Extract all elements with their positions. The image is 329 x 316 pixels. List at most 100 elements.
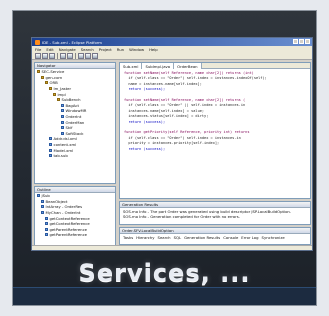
tree-item-label: WindowMR — [65, 108, 87, 114]
tasks-pane: Order.SFV.LocalBuildOption Tasks Hierarch… — [119, 227, 311, 245]
file-icon — [41, 211, 44, 215]
tree-item-label: IntArray - OrderRes — [45, 204, 83, 210]
tree-item[interactable]: tab.sub — [35, 153, 115, 159]
menu-search[interactable]: Search — [81, 47, 94, 52]
file-icon — [49, 143, 52, 147]
tree-item-label: JSub — [41, 193, 50, 199]
tasks-tab[interactable]: Hierarchy — [136, 235, 154, 240]
tasks-tab[interactable]: Generation Results — [184, 235, 220, 240]
tree-item-label: SubBench — [61, 97, 81, 103]
tasks-tab[interactable]: Tasks — [123, 235, 133, 240]
menu-file[interactable]: File — [35, 47, 41, 52]
save-icon[interactable] — [42, 52, 48, 59]
tree-item-label: ORB — [49, 80, 58, 86]
search-icon[interactable] — [78, 52, 84, 59]
toolbar-divider — [75, 52, 76, 59]
maximize-icon[interactable] — [299, 39, 304, 44]
file-icon — [49, 154, 52, 158]
generation-line: SOS.mo Info - Generation completed for O… — [123, 214, 240, 219]
ide-window: IDE - Sub.xml - Eclipse Platform File Ed… — [31, 37, 313, 251]
menu-window[interactable]: Window — [129, 47, 144, 52]
generation-results-pane: Generation Results SOS.mo Info - The par… — [119, 201, 311, 225]
file-icon — [41, 199, 44, 203]
app-logo-icon — [35, 39, 40, 45]
run-icon[interactable] — [60, 52, 66, 59]
tasks-tab[interactable]: SQL — [174, 235, 182, 240]
left-column: Navigator SEC-Service gen-corn ORB Im_Jaste… — [34, 62, 116, 250]
menu-help[interactable]: Help — [149, 47, 158, 52]
tree-item-label: tab.sub — [53, 153, 68, 159]
tree-item-label: OrderMan — [65, 119, 85, 125]
toolbar — [32, 52, 312, 60]
ide-title: IDE - Sub.xml - Eclipse Platform — [42, 39, 102, 45]
generation-results-body: SOS.mo Info - The part Order was generat… — [120, 208, 310, 220]
new-icon[interactable] — [35, 52, 41, 59]
tab-subimpl[interactable]: SubImpl.java — [142, 63, 175, 69]
tree-item-label: BagAct — [65, 102, 79, 108]
tree-item-label: getParentReference — [49, 226, 88, 232]
outline-pane: Outline JSub BeanObject IntArray - OrderRe… — [34, 186, 116, 250]
code-line: return (success); — [124, 146, 166, 151]
folder-icon — [57, 98, 60, 102]
tree-item-label: Im_Jaster — [53, 86, 72, 92]
tasks-tab-strip: Tasks Hierarchy Search SQL Generation Result… — [120, 234, 310, 241]
menu-navigate[interactable]: Navigate — [59, 47, 76, 52]
file-icon — [61, 115, 64, 119]
folder-icon — [45, 81, 48, 85]
tasks-tab[interactable]: Search — [158, 235, 171, 240]
tab-sub-xml[interactable]: Sub.xml — [120, 63, 143, 69]
tree-item-label: Skif — [65, 125, 73, 131]
caption-wrap: Services, ... — [13, 259, 316, 287]
slide-card: IDE - Sub.xml - Eclipse Platform File Ed… — [12, 10, 317, 306]
tree-item-label: content.xml — [53, 142, 77, 148]
print-icon[interactable] — [49, 52, 55, 59]
toolbar-divider — [57, 52, 58, 59]
tasks-tab[interactable]: Console — [223, 235, 238, 240]
file-icon — [45, 233, 48, 237]
menu-run[interactable]: Run — [117, 47, 124, 52]
file-icon — [45, 216, 48, 220]
tree-item-label: BeanObject — [45, 198, 68, 204]
tasks-tab[interactable]: Error Log — [241, 235, 258, 240]
file-icon — [45, 222, 48, 226]
menu-edit[interactable]: Edit — [46, 47, 53, 52]
window-controls — [293, 39, 310, 44]
tree-item-label: gen-corn — [45, 74, 63, 80]
tree-item-label: getContextReference — [49, 215, 90, 221]
tree-item-label: impl — [57, 91, 66, 97]
back-icon[interactable] — [85, 52, 91, 59]
tab-orderbean[interactable]: OrderBean — [174, 63, 202, 69]
tree-item-label: OrderInt — [65, 114, 82, 120]
forward-icon[interactable] — [92, 52, 98, 59]
file-icon — [41, 205, 44, 209]
file-icon — [61, 126, 64, 130]
file-icon — [61, 109, 64, 113]
folder-icon — [41, 75, 44, 79]
minimize-icon[interactable] — [293, 39, 298, 44]
code-body[interactable]: function setName(self Reference, name ch… — [120, 69, 310, 154]
navigator-tree: SEC-Service gen-corn ORB Im_Jaster impl SubBe… — [35, 69, 115, 159]
close-icon[interactable] — [305, 39, 310, 44]
file-icon — [61, 131, 64, 135]
navigator-pane: Navigator SEC-Service gen-corn ORB Im_Jaste… — [34, 62, 116, 184]
folder-icon — [49, 87, 52, 91]
status-bar — [32, 245, 312, 250]
file-icon — [37, 194, 40, 198]
file-icon — [49, 137, 52, 141]
bottom-band — [13, 287, 316, 305]
debug-icon[interactable] — [67, 52, 73, 59]
code-editor[interactable]: Sub.xml SubImpl.java OrderBean function … — [119, 62, 311, 199]
file-icon — [49, 148, 52, 152]
tree-item[interactable]: getParentReference — [35, 232, 115, 238]
tree-item-label: MyChan - OrderInt — [45, 210, 81, 216]
file-icon — [45, 227, 48, 231]
tree-item-label: getContextReference — [49, 221, 90, 227]
tree-item-label: getParentReference — [49, 232, 88, 238]
tree-item-label: SoftStack — [65, 130, 84, 136]
tree-item-label: Model.xml — [53, 147, 74, 153]
tasks-tab[interactable]: Synchronize — [262, 235, 285, 240]
file-icon — [61, 120, 64, 124]
folder-icon — [53, 92, 56, 96]
menu-project[interactable]: Project — [99, 47, 112, 52]
file-icon — [61, 103, 64, 107]
